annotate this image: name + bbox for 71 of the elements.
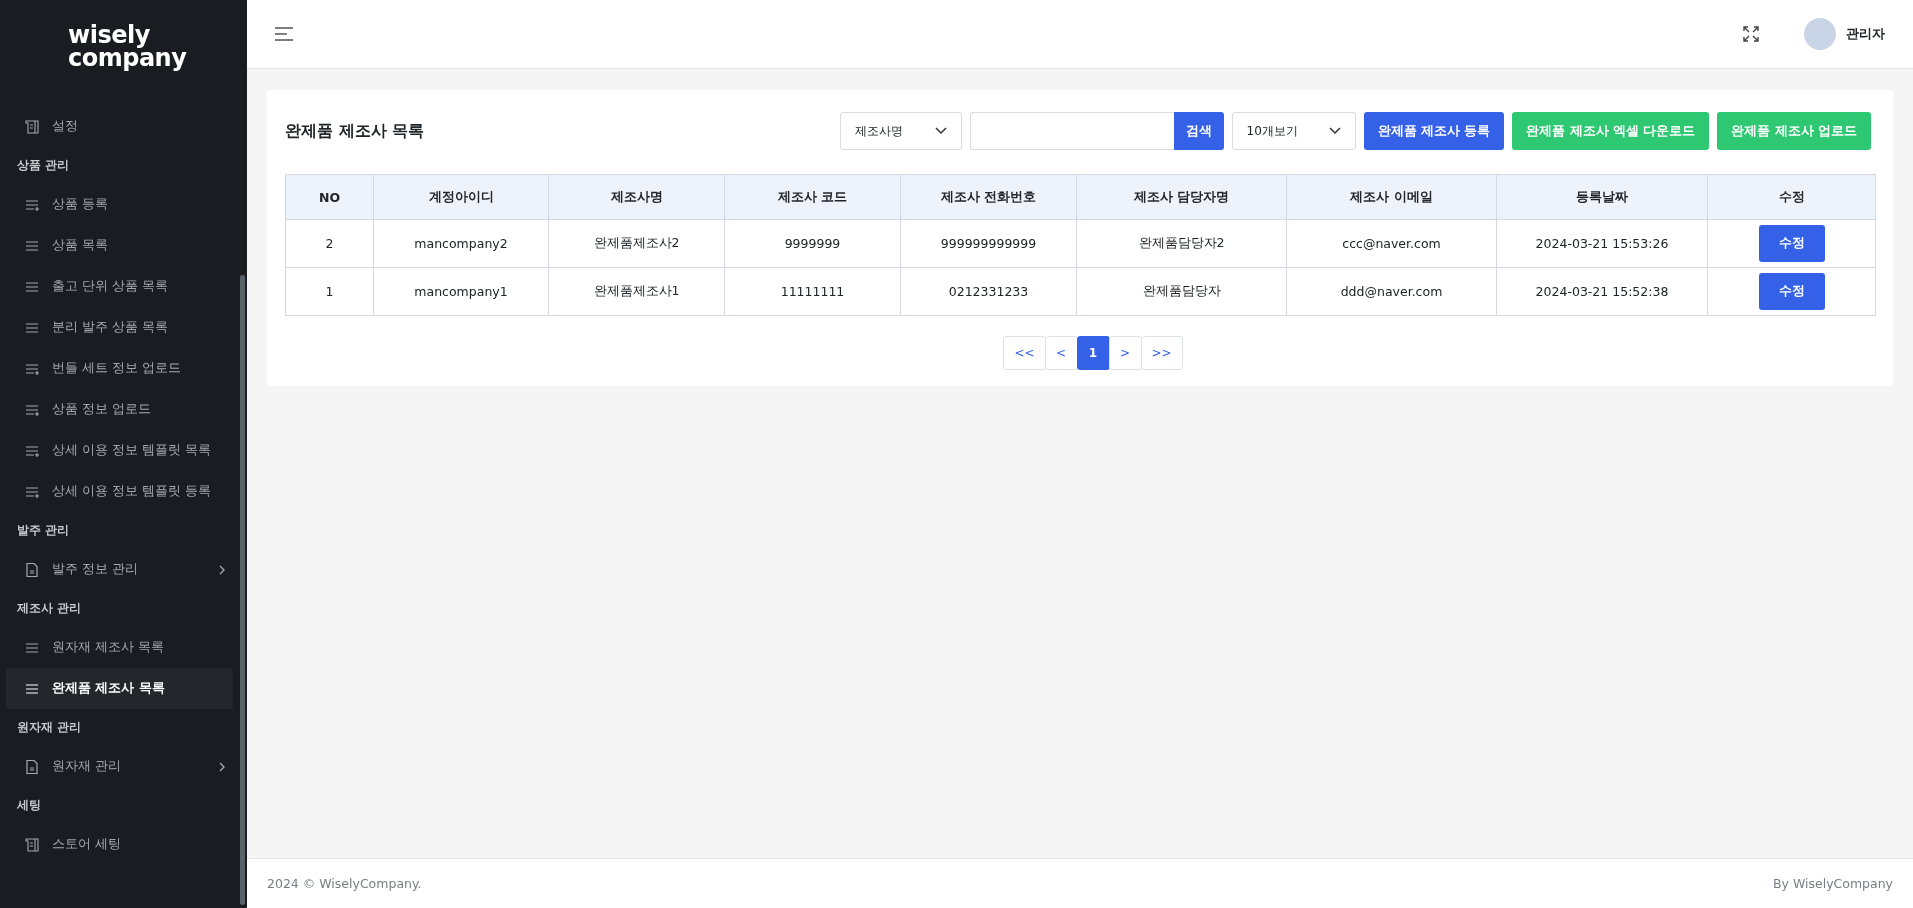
user-name[interactable]: 관리자	[1846, 25, 1885, 43]
table-cell: ccc@naver.com	[1286, 219, 1497, 268]
sidebar-item[interactable]: 번들 세트 정보 업로드	[6, 348, 233, 389]
table-cell: 0212331233	[900, 267, 1077, 316]
chevron-down-icon	[934, 127, 947, 135]
table-cell: 2024-03-21 15:52:38	[1496, 267, 1708, 316]
menu-icon[interactable]	[274, 26, 294, 42]
avatar[interactable]	[1804, 18, 1836, 50]
column-header: 수정	[1707, 174, 1876, 220]
table-cell: 9999999	[724, 219, 901, 268]
table-cell: mancompany1	[373, 267, 549, 316]
scrollbar[interactable]	[240, 275, 245, 905]
section-title: 발주 관리	[16, 522, 70, 539]
column-header: 제조사명	[548, 174, 725, 220]
column-header: 등록날짜	[1496, 174, 1708, 220]
table-cell: 완제품담당자2	[1076, 219, 1287, 268]
fullscreen-icon[interactable]	[1742, 25, 1760, 43]
copyright-text: 2024 © WiselyCompany.	[267, 876, 422, 891]
sidebar-item[interactable]: 분리 발주 상품 목록	[6, 307, 233, 348]
table-cell: 11111111	[724, 267, 901, 316]
edit-button[interactable]: 수정	[1758, 273, 1825, 310]
edit-button[interactable]: 수정	[1758, 225, 1825, 262]
file-icon	[24, 758, 40, 775]
sidebar-item[interactable]: 상품 정보 업로드	[6, 389, 233, 430]
sidebar-item[interactable]: 원자재 제조사 목록	[6, 627, 233, 668]
sidebar-item[interactable]: 상세 이용 정보 템플릿 목록	[6, 430, 233, 471]
sidebar-item[interactable]: 스토어 세팅	[6, 824, 233, 865]
sidebar-item[interactable]: 원자재 관리	[6, 746, 233, 787]
file-icon	[24, 561, 40, 578]
table-cell: 완제품제조사1	[548, 267, 725, 316]
table-cell: 1	[285, 267, 374, 316]
section-title: 상품 관리	[16, 157, 70, 174]
sidebar-item[interactable]: 상세 이용 정보 템플릿 등록	[6, 471, 233, 512]
table-cell: 완제품제조사2	[548, 219, 725, 268]
search-field[interactable]	[969, 112, 1174, 150]
credit-text: By WiselyCompany	[1772, 876, 1893, 891]
sidebar-item[interactable]: 발주 정보 관리	[6, 549, 233, 590]
page-button[interactable]: <	[1044, 336, 1078, 370]
page-title: 완제품 제조사 목록	[285, 120, 425, 142]
search-button[interactable]: 검색	[1173, 112, 1224, 150]
sidebar-item[interactable]: 완제품 제조사 목록	[6, 668, 233, 709]
sidebar-item[interactable]: 상품 등록	[6, 184, 233, 225]
table-cell: mancompany2	[373, 219, 549, 268]
page-button[interactable]: <<	[1003, 336, 1046, 370]
page-button[interactable]: >	[1108, 336, 1142, 370]
sidebar-item[interactable]: 상품 목록	[6, 225, 233, 266]
table-cell: 2	[285, 219, 374, 268]
section-title: 제조사 관리	[16, 600, 82, 617]
section-title: 원자재 관리	[16, 719, 82, 736]
sidebar-item[interactable]: 출고 단위 상품 목록	[6, 266, 233, 307]
chevron-down-icon	[1328, 127, 1341, 135]
document-icon	[24, 836, 40, 853]
column-header: 제조사 이메일	[1286, 174, 1497, 220]
section-title: 세팅	[16, 797, 42, 814]
page-button[interactable]: 1	[1076, 336, 1110, 370]
table-cell: ddd@naver.com	[1286, 267, 1497, 316]
table-cell: 완제품담당자	[1076, 267, 1287, 316]
page-size-select[interactable]: 10개보기	[1231, 112, 1356, 150]
column-header: 제조사 담당자명	[1076, 174, 1287, 220]
action-button[interactable]: 완제품 제조사 등록	[1363, 112, 1505, 150]
column-header: 제조사 전화번호	[900, 174, 1077, 220]
column-header: NO	[285, 174, 374, 220]
column-header: 계정아이디	[373, 174, 549, 220]
document-icon	[24, 118, 40, 135]
table-cell: 2024-03-21 15:53:26	[1496, 219, 1708, 268]
logo: wisely company	[67, 20, 188, 74]
column-header: 제조사 코드	[724, 174, 901, 220]
sidebar-item[interactable]: 설정	[6, 106, 233, 147]
table-cell: 999999999999	[900, 219, 1077, 268]
filter-select[interactable]: 제조사명	[839, 112, 962, 150]
page-button[interactable]: >>	[1140, 336, 1183, 370]
